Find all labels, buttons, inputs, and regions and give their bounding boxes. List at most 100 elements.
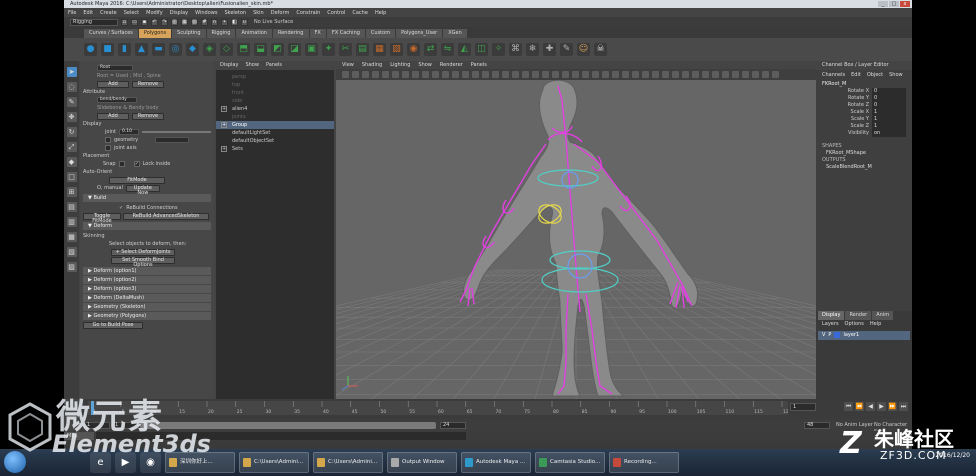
channel-menu-edit[interactable]: Edit — [851, 70, 861, 80]
rebuild-connections-checkbox[interactable]: ✓ — [119, 205, 123, 211]
viewport-tool-icon[interactable] — [512, 71, 519, 78]
viewport-tool-icon[interactable] — [582, 71, 589, 78]
menu-select[interactable]: Select — [124, 10, 139, 16]
tab-custom[interactable]: Custom — [365, 29, 396, 38]
viewport-menu-lighting[interactable]: Lighting — [390, 61, 410, 69]
viewport-tool-icon[interactable] — [342, 71, 349, 78]
multi-cut-icon[interactable]: ✂ — [339, 43, 352, 56]
end-frame-field[interactable]: 48 — [804, 422, 830, 429]
viewport-tool-icon[interactable] — [522, 71, 529, 78]
viewport-tool-icon[interactable] — [432, 71, 439, 78]
shape-node[interactable]: FKRoot_MShape — [816, 150, 912, 157]
viewport-tool-icon[interactable] — [552, 71, 559, 78]
poly-plane-icon[interactable]: ▬ — [152, 43, 165, 56]
select-component-icon[interactable]: ▧ — [191, 18, 198, 26]
section-deform-deltamush[interactable]: ▶ Deform (DeltaMush) — [83, 294, 211, 302]
tab-fx[interactable]: FX — [309, 29, 326, 38]
channel-row[interactable]: Scale Z1 — [816, 123, 912, 130]
output-node[interactable]: ScaleBlendRoot_M — [816, 164, 912, 171]
outliner-item[interactable]: front — [216, 89, 334, 97]
viewport-menu-show[interactable]: Show — [418, 61, 432, 69]
channel-value[interactable]: 0 — [872, 95, 906, 102]
add-attr-button[interactable]: Add — [97, 112, 129, 120]
go-to-end-icon[interactable]: ⏭ — [899, 402, 908, 411]
taskbar-task[interactable]: C:\Users\Admini... — [239, 452, 309, 473]
undo-icon[interactable]: ↶ — [151, 18, 158, 26]
step-forward-icon[interactable]: ⏩ — [888, 402, 897, 411]
planar-map-icon[interactable]: ▧ — [390, 43, 403, 56]
triangulate-icon[interactable]: ◭ — [458, 43, 471, 56]
face-icon[interactable]: ☺ — [577, 43, 590, 56]
viewport-tool-icon[interactable] — [492, 71, 499, 78]
menu-cache[interactable]: Cache — [352, 10, 368, 16]
inner-end-field[interactable]: 24 — [440, 422, 466, 429]
poly-cylinder-icon[interactable]: ▮ — [118, 43, 131, 56]
script-icon[interactable]: ✎ — [560, 43, 573, 56]
bevel-icon[interactable]: ◩ — [271, 43, 284, 56]
maximize-button[interactable]: □ — [889, 1, 899, 7]
menu-skeleton[interactable]: Skeleton — [224, 10, 246, 16]
taskbar-task[interactable]: Recording... — [609, 452, 679, 473]
bridge-icon[interactable]: ⬓ — [254, 43, 267, 56]
toggle-fitmode-button[interactable]: Toggle FitMode — [83, 212, 121, 223]
open-scene-icon[interactable]: ▭ — [131, 18, 138, 26]
alien-body[interactable] — [463, 80, 699, 397]
outliner-item[interactable]: defaultLightSet — [216, 129, 334, 137]
viewport-tool-icon[interactable] — [612, 71, 619, 78]
go-to-build-pose-button[interactable]: Go to Build Pose — [83, 321, 143, 329]
viewport-tool-icon[interactable] — [742, 71, 749, 78]
outliner-item[interactable]: joints — [216, 113, 334, 121]
viewport-tool-icon[interactable] — [672, 71, 679, 78]
viewport-tool-icon[interactable] — [662, 71, 669, 78]
outliner-item[interactable]: side — [216, 97, 334, 105]
section-geometry-polygons[interactable]: ▶ Geometry (Polygons) — [83, 312, 211, 320]
tab-rendering[interactable]: Rendering — [272, 29, 309, 38]
outliner-item[interactable]: + alien4 — [216, 105, 334, 113]
menu-skin[interactable]: Skin — [253, 10, 264, 16]
viewport-tool-icon[interactable] — [712, 71, 719, 78]
menu-windows[interactable]: Windows — [195, 10, 217, 16]
viewport-tool-icon[interactable] — [772, 71, 779, 78]
layer-row[interactable]: V P layer1 — [818, 331, 910, 340]
live-surface-label[interactable]: No Live Surface — [254, 19, 293, 25]
viewport-tool-icon[interactable] — [642, 71, 649, 78]
section-geometry-skeleton[interactable]: ▶ Geometry (Skeleton) — [83, 303, 211, 311]
save-scene-icon[interactable]: ▪ — [141, 18, 148, 26]
viewport-tool-icon[interactable] — [382, 71, 389, 78]
viewport-tool-icon[interactable] — [602, 71, 609, 78]
channel-row[interactable]: Scale Y1 — [816, 116, 912, 123]
poly-cone-icon[interactable]: ▲ — [135, 43, 148, 56]
channel-value[interactable]: 0 — [872, 102, 906, 109]
minimize-button[interactable]: _ — [878, 1, 888, 7]
merge-icon[interactable]: ◪ — [288, 43, 301, 56]
select-object-icon[interactable]: ▦ — [181, 18, 188, 26]
viewport-tool-icon[interactable] — [452, 71, 459, 78]
viewport-tool-icon[interactable] — [572, 71, 579, 78]
extrude-icon[interactable]: ⬒ — [237, 43, 250, 56]
redo-icon[interactable]: ↷ — [161, 18, 168, 26]
tab-curves-surfaces[interactable]: Curves / Surfaces — [84, 29, 138, 38]
outliner-menu-panels[interactable]: Panels — [266, 61, 282, 70]
viewport-tool-icon[interactable] — [372, 71, 379, 78]
outliner-menu-show[interactable]: Show — [245, 61, 259, 70]
outliner-menu-display[interactable]: Display — [220, 61, 238, 70]
menu-modify[interactable]: Modify — [146, 10, 163, 16]
menu-create[interactable]: Create — [100, 10, 117, 16]
layer-tab-render[interactable]: Render — [845, 311, 872, 320]
viewport-tool-icon[interactable] — [442, 71, 449, 78]
layer-menu-options[interactable]: Options — [845, 320, 864, 329]
taskbar-task[interactable]: C:\Users\Admini... — [313, 452, 383, 473]
viewport-scene[interactable] — [336, 80, 816, 399]
history-icon[interactable]: ⌘ — [509, 43, 522, 56]
viewport-tool-icon[interactable] — [682, 71, 689, 78]
menu-set-dropdown[interactable]: Rigging — [70, 18, 118, 26]
tab-xgen[interactable]: XGen — [443, 29, 467, 38]
viewport-tool-icon[interactable] — [592, 71, 599, 78]
snap-point-icon[interactable]: • — [221, 18, 228, 26]
select-tool-icon[interactable]: ➤ — [66, 67, 77, 77]
menu-file[interactable]: File — [68, 10, 76, 16]
expand-icon[interactable]: + — [221, 106, 227, 112]
viewport-tool-icon[interactable] — [542, 71, 549, 78]
tab-polygons-user[interactable]: Polygons_User — [396, 29, 443, 38]
section-deform-option2[interactable]: ▶ Deform (option2) — [83, 276, 211, 284]
